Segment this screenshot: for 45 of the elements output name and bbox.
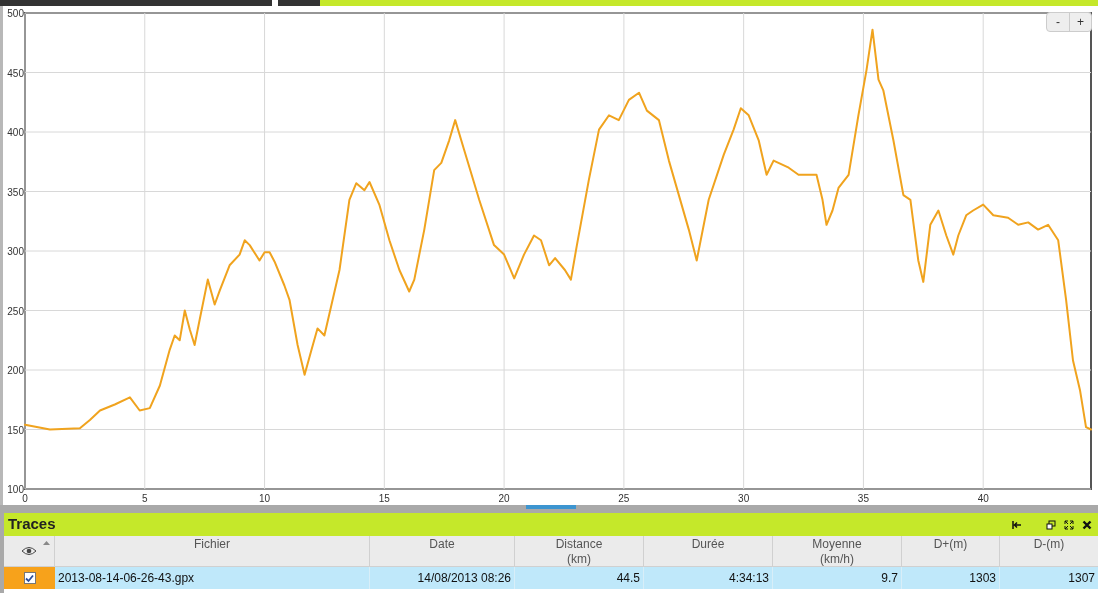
- restore-icon[interactable]: [1046, 519, 1056, 530]
- x-tick-label: 0: [22, 493, 28, 504]
- splitter-handle[interactable]: [526, 505, 576, 509]
- column-header[interactable]: D+(m): [902, 536, 1000, 566]
- column-header[interactable]: Durée: [644, 536, 773, 566]
- column-header[interactable]: Moyenne (km/h): [773, 536, 902, 566]
- column-header[interactable]: Fichier: [55, 536, 370, 566]
- column-header[interactable]: Distance (km): [515, 536, 644, 566]
- table-cell-text: 2013-08-14-06-26-43.gpx: [58, 570, 195, 587]
- y-tick-label: 500: [7, 8, 24, 19]
- eye-icon: [21, 546, 37, 556]
- expand-icon[interactable]: [1064, 519, 1074, 530]
- column-header[interactable]: Date: [370, 536, 515, 566]
- x-tick-label: 25: [618, 493, 630, 504]
- tab-bar: [278, 0, 320, 6]
- y-tick-label: 450: [7, 67, 24, 79]
- table-cell-text: 9.7: [881, 570, 898, 587]
- y-tick-label: 400: [7, 127, 24, 138]
- table-cell-text: 1303: [969, 570, 996, 587]
- y-tick-label: 250: [7, 305, 24, 317]
- table-cell-text: 44.5: [616, 570, 640, 587]
- y-tick-label: 350: [7, 186, 24, 198]
- table-cell-text: 4:34:13: [728, 570, 769, 587]
- zoom-in-button[interactable]: +: [1069, 13, 1091, 31]
- x-tick-label: 30: [738, 493, 750, 504]
- close-icon[interactable]: [1082, 519, 1092, 530]
- x-tick-label: 15: [378, 493, 390, 504]
- collapse-icon[interactable]: [1012, 519, 1022, 530]
- x-tick-label: 10: [259, 493, 271, 504]
- table-cell-text: 1307: [1068, 570, 1095, 587]
- x-tick-label: 35: [857, 493, 869, 504]
- y-tick-label: 200: [7, 365, 24, 376]
- visibility-checkbox[interactable]: [23, 572, 36, 584]
- panel-title: Traces: [8, 514, 56, 535]
- sort-icon: [43, 541, 50, 545]
- x-tick-label: 40: [977, 493, 989, 504]
- x-tick-label: 20: [498, 493, 510, 504]
- column-header[interactable]: D-(m): [1000, 536, 1098, 566]
- y-tick-label: 100: [7, 484, 24, 495]
- y-tick-label: 150: [7, 424, 24, 436]
- table-row[interactable]: 2013-08-14-06-26-43.gpx 14/08/2013 08:26 44.5 4:34:13 9.7 1303 1307: [4, 567, 1098, 589]
- x-tick-label: 5: [142, 493, 148, 504]
- y-tick-label: 300: [7, 246, 24, 257]
- zoom-out-button[interactable]: -: [1047, 13, 1069, 31]
- table-cell-text: 14/08/2013 08:26: [417, 570, 511, 587]
